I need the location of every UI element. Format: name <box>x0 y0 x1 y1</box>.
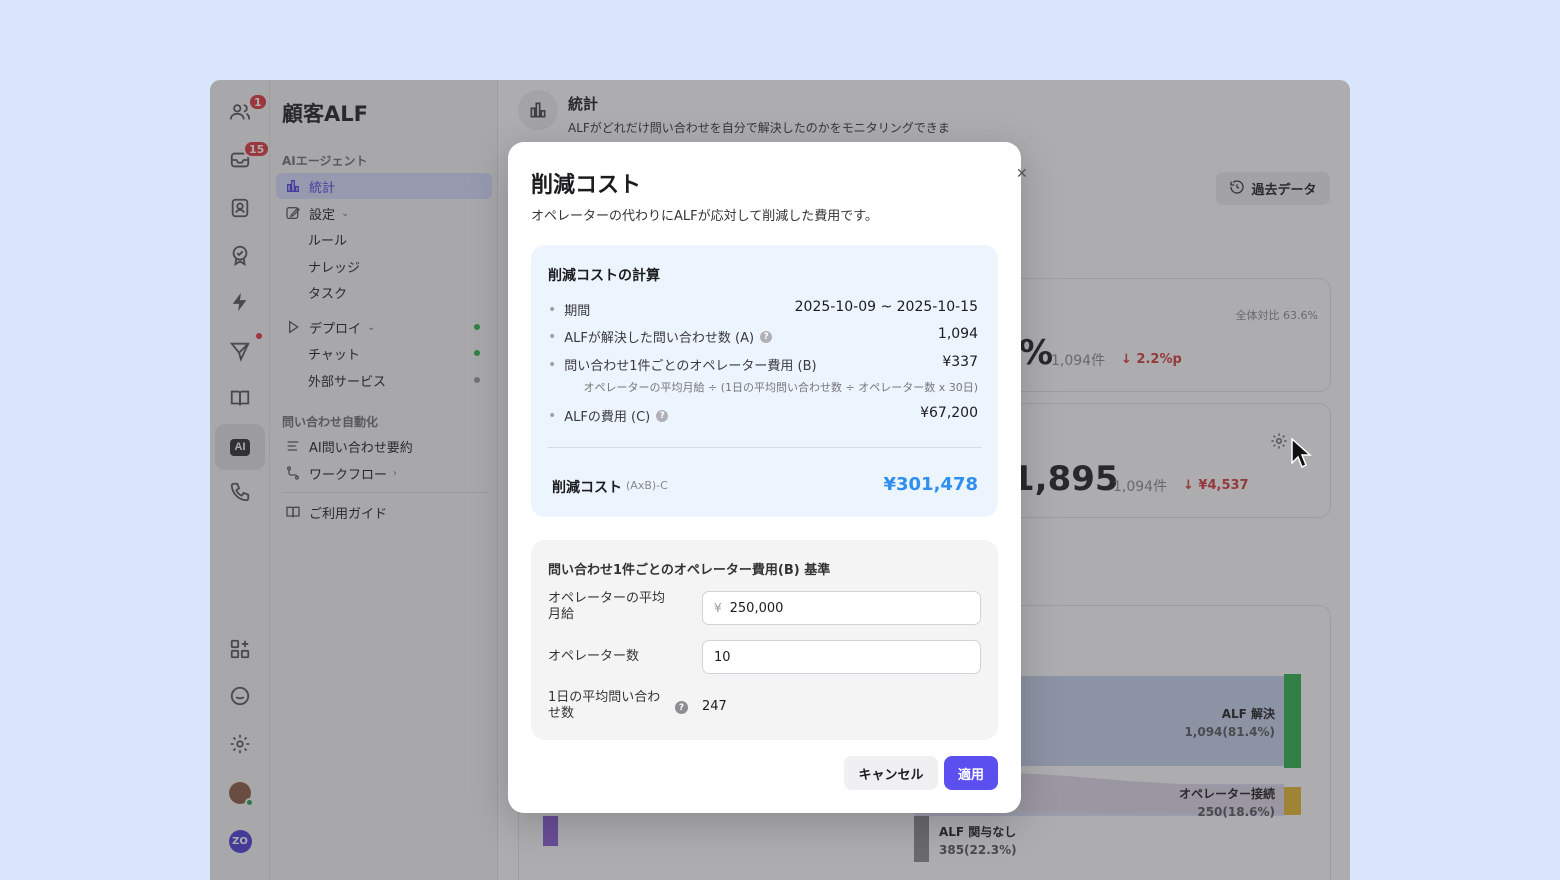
resolved-label: ALFが解決した問い合わせ数 (A) <box>564 331 755 346</box>
bullet: • <box>548 301 557 318</box>
help-icon[interactable]: ? <box>656 409 669 422</box>
bullet: • <box>548 328 557 345</box>
close-icon[interactable]: ✕ <box>1016 166 1028 182</box>
daily-label-line2: せ数 <box>548 706 575 721</box>
operators-input-value: 10 <box>714 649 731 665</box>
cost-per-row: • 問い合わせ1件ごとのオペレーター費用 (B) <box>548 355 817 375</box>
salary-label-line2: 月給 <box>548 607 575 622</box>
cost-per-value: ¥337 <box>942 354 978 370</box>
operators-label: オペレーター数 <box>548 649 640 664</box>
daily-label-line1: 1日の平均問い合わ <box>548 690 661 705</box>
daily-inquiries-value: 247 <box>702 699 727 714</box>
calculation-panel: 削減コストの計算 • 期間 2025-10-09 ~ 2025-10-15 • AL… <box>531 245 998 517</box>
bullet: • <box>548 356 557 373</box>
help-icon[interactable]: ? <box>675 701 688 714</box>
period-row: • 期間 <box>548 300 591 320</box>
cost-basis-panel: 問い合わせ1件ごとのオペレーター費用(B) 基準 オペレーターの平均 月給 ¥25… <box>531 540 998 740</box>
saved-cost-total: ¥301,478 <box>883 474 978 495</box>
resolved-value: 1,094 <box>937 326 978 342</box>
salary-input[interactable]: ¥250,000 <box>702 591 981 625</box>
operators-input[interactable]: 10 <box>702 640 981 674</box>
bullet: • <box>548 407 557 424</box>
period-value: 2025-10-09 ~ 2025-10-15 <box>794 299 978 315</box>
salary-label-line1: オペレーターの平均 <box>548 591 666 606</box>
saved-cost-label: 削減コスト <box>552 480 622 496</box>
period-label: 期間 <box>564 304 591 319</box>
daily-inquiries-label: 1日の平均問い合わ せ数 <box>548 690 660 722</box>
modal-title: 削減コスト <box>531 173 642 198</box>
mouse-cursor-icon <box>1290 437 1312 473</box>
alf-cost-value: ¥67,200 <box>920 405 978 421</box>
saved-cost-modal: 削減コスト ✕ オペレーターの代わりにALFが応対して削減した費用です。 削減コ… <box>508 142 1028 813</box>
help-icon[interactable]: ? <box>760 330 773 343</box>
alf-cost-label: ALFの費用 (C) <box>564 410 651 425</box>
calculation-divider <box>548 447 982 448</box>
apply-button[interactable]: 適用 <box>944 756 998 790</box>
basis-heading: 問い合わせ1件ごとのオペレーター費用(B) 基準 <box>548 563 831 578</box>
resolved-row: • ALFが解決した問い合わせ数 (A)? <box>548 327 773 346</box>
salary-input-value: 250,000 <box>729 600 784 616</box>
cancel-button[interactable]: キャンセル <box>844 756 938 790</box>
yen-prefix: ¥ <box>714 601 722 615</box>
calculation-heading: 削減コストの計算 <box>548 268 660 284</box>
cost-per-label: 問い合わせ1件ごとのオペレーター費用 (B) <box>564 359 817 374</box>
modal-subtitle: オペレーターの代わりにALFが応対して削減した費用です。 <box>531 209 878 224</box>
alf-cost-row: • ALFの費用 (C)? <box>548 406 669 425</box>
saved-cost-formula: (AxB)-C <box>626 479 668 492</box>
cost-formula: オペレーターの平均月給 ÷ (1日の平均問い合わせ数 ÷ オペレーター数 x 3… <box>583 381 979 394</box>
salary-label: オペレーターの平均 月給 <box>548 591 665 623</box>
